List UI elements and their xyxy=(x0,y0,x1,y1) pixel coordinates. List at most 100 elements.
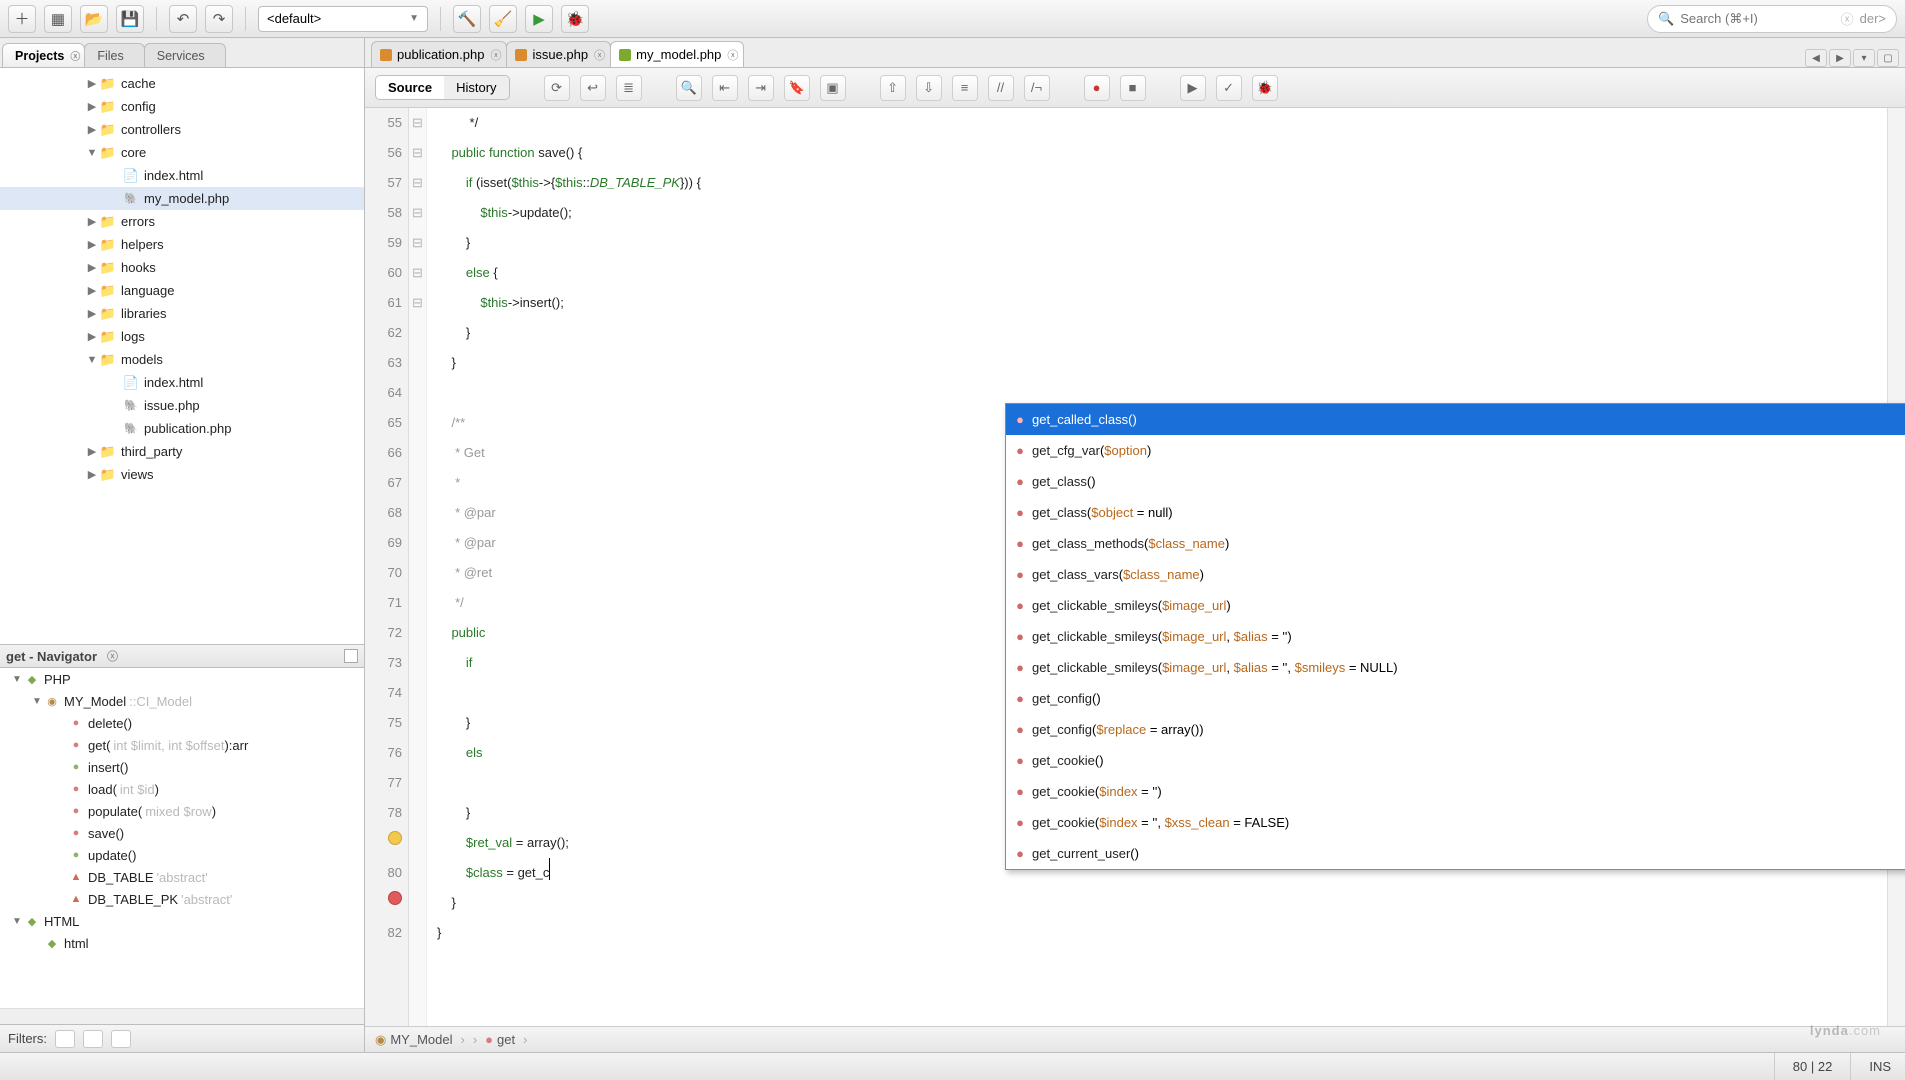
debug-file-button[interactable]: 🐞 xyxy=(1252,75,1278,101)
tree-item[interactable]: ▶config xyxy=(0,95,364,118)
sidebar-tab-projects[interactable]: Projectsⓧ xyxy=(2,43,85,67)
disclosure-triangle[interactable]: ▼ xyxy=(10,916,24,927)
shift-left-button[interactable]: ⇧ xyxy=(880,75,906,101)
build-button[interactable]: 🔨 xyxy=(453,5,481,33)
run-config-select[interactable]: <default> ▼ xyxy=(258,6,428,32)
navigator-opts-button[interactable] xyxy=(344,649,358,663)
autocomplete-item[interactable]: ●get_class()PHP Platform xyxy=(1006,466,1905,497)
tab-list-button[interactable]: ▾ xyxy=(1853,49,1875,67)
new-project-button[interactable]: ▦ xyxy=(44,5,72,33)
tree-item[interactable]: publication.php xyxy=(0,417,364,440)
autocomplete-item[interactable]: ●get_config()Common.php xyxy=(1006,683,1905,714)
disclosure-triangle[interactable]: ▶ xyxy=(85,307,99,320)
tree-item[interactable]: ▶third_party xyxy=(0,440,364,463)
save-all-button[interactable]: 💾 xyxy=(116,5,144,33)
format-button[interactable]: ≡ xyxy=(952,75,978,101)
tree-item[interactable]: ▶libraries xyxy=(0,302,364,325)
next-bookmark-button[interactable]: ⇥ xyxy=(748,75,774,101)
close-icon[interactable]: ⓧ xyxy=(70,48,80,63)
autocomplete-popup[interactable]: ●get_called_class()PHP Platform●get_cfg_… xyxy=(1005,403,1905,870)
run-file-button[interactable]: ▶ xyxy=(1180,75,1206,101)
uncomment-button[interactable]: /¬ xyxy=(1024,75,1050,101)
autocomplete-item[interactable]: ●get_called_class()PHP Platform xyxy=(1006,404,1905,435)
tree-item[interactable]: index.html xyxy=(0,371,364,394)
navigator-item[interactable]: html xyxy=(0,932,364,954)
run-button[interactable]: ▶ xyxy=(525,5,553,33)
close-icon[interactable]: ⓧ xyxy=(107,648,118,664)
disclosure-triangle[interactable]: ▼ xyxy=(85,354,99,366)
tab-max-button[interactable]: ▢ xyxy=(1877,49,1899,67)
search-input[interactable] xyxy=(1680,11,1834,26)
disclosure-triangle[interactable]: ▶ xyxy=(85,468,99,481)
navigator-item[interactable]: update() xyxy=(0,844,364,866)
disclosure-triangle[interactable]: ▶ xyxy=(85,445,99,458)
disclosure-triangle[interactable]: ▶ xyxy=(85,284,99,297)
tab-prev-button[interactable]: ◀ xyxy=(1805,49,1827,67)
autocomplete-item[interactable]: ●get_cookie($index = '', $xss_clean = FA… xyxy=(1006,807,1905,838)
highlight-button[interactable]: ▣ xyxy=(820,75,846,101)
file-tab[interactable]: my_model.phpⓧ xyxy=(610,41,744,67)
new-file-button[interactable]: ＋ xyxy=(8,5,36,33)
sidebar-tab-files[interactable]: Files xyxy=(84,43,144,67)
tree-item[interactable]: ▶language xyxy=(0,279,364,302)
disclosure-triangle[interactable]: ▶ xyxy=(85,100,99,113)
comment-button[interactable]: // xyxy=(988,75,1014,101)
navigator-item[interactable]: DB_TABLE_PK'abstract' xyxy=(0,888,364,910)
project-tree[interactable]: ▶cache▶config▶controllers▼coreindex.html… xyxy=(0,68,364,644)
disclosure-triangle[interactable]: ▶ xyxy=(85,330,99,343)
file-tab[interactable]: issue.phpⓧ xyxy=(506,41,611,67)
autocomplete-item[interactable]: ●get_current_user()PHP Platform xyxy=(1006,838,1905,869)
disclosure-triangle[interactable]: ▶ xyxy=(85,123,99,136)
autocomplete-item[interactable]: ●get_cfg_var($option)PHP Platform xyxy=(1006,435,1905,466)
tree-item[interactable]: ▼models xyxy=(0,348,364,371)
disclosure-triangle[interactable]: ▼ xyxy=(85,147,99,159)
shift-right-button[interactable]: ⇩ xyxy=(916,75,942,101)
tree-item[interactable]: ▶helpers xyxy=(0,233,364,256)
history-tab[interactable]: History xyxy=(444,76,508,99)
filter-nonpublic-button[interactable] xyxy=(111,1030,131,1048)
undo-button[interactable]: ↶ xyxy=(169,5,197,33)
debug-button[interactable]: 🐞 xyxy=(561,5,589,33)
source-history-toggle[interactable]: Source History xyxy=(375,75,510,100)
autocomplete-item[interactable]: ●get_cookie($index = '')cookie_helper.ph… xyxy=(1006,776,1905,807)
global-search[interactable]: 🔍 ⓧder> xyxy=(1647,5,1897,33)
macro-stop-button[interactable]: ■ xyxy=(1120,75,1146,101)
disclosure-triangle[interactable]: ▶ xyxy=(85,215,99,228)
navigator-item[interactable]: insert() xyxy=(0,756,364,778)
navigator-item[interactable]: DB_TABLE'abstract' xyxy=(0,866,364,888)
navigator-item[interactable]: delete() xyxy=(0,712,364,734)
h-scrollbar[interactable] xyxy=(0,1008,364,1024)
navigator-tree[interactable]: ▼PHP▼MY_Model::CI_Modeldelete()get(int $… xyxy=(0,668,364,1008)
tab-next-button[interactable]: ▶ xyxy=(1829,49,1851,67)
disclosure-triangle[interactable]: ▶ xyxy=(85,238,99,251)
filter-fields-button[interactable] xyxy=(55,1030,75,1048)
navigator-item[interactable]: populate(mixed $row) xyxy=(0,800,364,822)
last-edit-button[interactable]: ↩ xyxy=(580,75,606,101)
tree-item[interactable]: my_model.php xyxy=(0,187,364,210)
autocomplete-item[interactable]: ●get_clickable_smileys($image_url, $alia… xyxy=(1006,621,1905,652)
source-tab[interactable]: Source xyxy=(376,76,444,99)
navigator-item[interactable]: load(int $id) xyxy=(0,778,364,800)
autocomplete-item[interactable]: ●get_config($replace = array())Common.ph… xyxy=(1006,714,1905,745)
navigator-item[interactable]: ▼HTML xyxy=(0,910,364,932)
open-button[interactable]: 📂 xyxy=(80,5,108,33)
breadcrumb-item[interactable]: get› xyxy=(485,1032,527,1047)
file-tab[interactable]: publication.phpⓧ xyxy=(371,41,507,67)
refresh-button[interactable]: ⟳ xyxy=(544,75,570,101)
tree-item[interactable]: ▶logs xyxy=(0,325,364,348)
close-icon[interactable]: ⓧ xyxy=(594,47,605,63)
filter-static-button[interactable] xyxy=(83,1030,103,1048)
tree-item[interactable]: ▼core xyxy=(0,141,364,164)
macro-rec-button[interactable]: ● xyxy=(1084,75,1110,101)
close-icon[interactable]: ⓧ xyxy=(490,47,501,63)
disclosure-triangle[interactable]: ▼ xyxy=(30,696,44,707)
navigator-item[interactable]: get(int $limit, int $offset):arr xyxy=(0,734,364,756)
autocomplete-item[interactable]: ●get_class($object = null)PHP Platform xyxy=(1006,497,1905,528)
clean-button[interactable]: 🧹 xyxy=(489,5,517,33)
tree-item[interactable]: ▶hooks xyxy=(0,256,364,279)
find-button[interactable]: 🔍 xyxy=(676,75,702,101)
redo-button[interactable]: ↷ xyxy=(205,5,233,33)
diff-button[interactable]: ≣ xyxy=(616,75,642,101)
fold-column[interactable]: ⊟⊟⊟⊟⊟⊟⊟ xyxy=(409,108,427,1026)
disclosure-triangle[interactable]: ▶ xyxy=(85,261,99,274)
